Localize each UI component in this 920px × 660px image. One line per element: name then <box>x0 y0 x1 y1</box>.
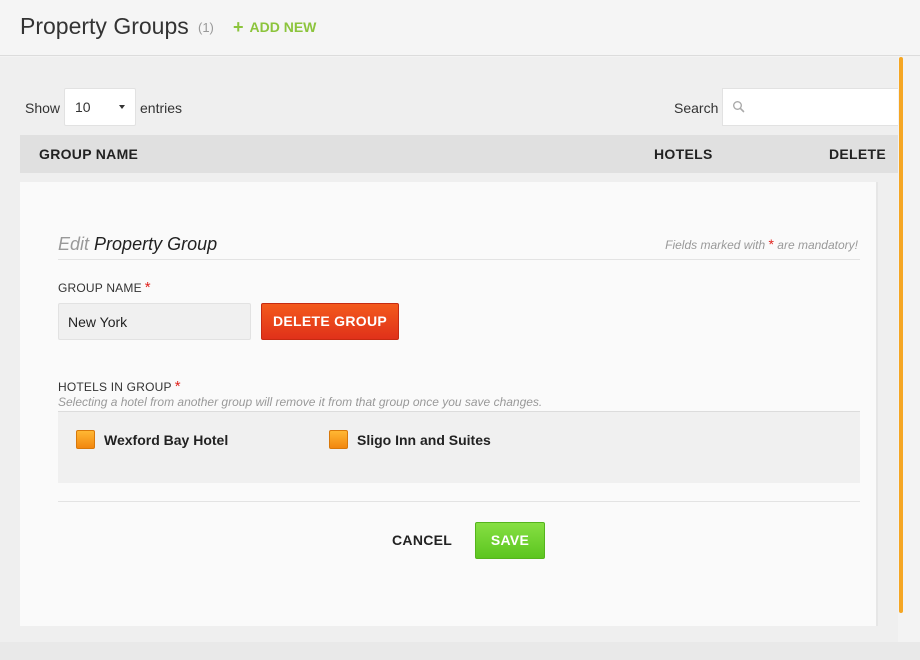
required-star-icon: * <box>768 236 774 252</box>
caret-down-icon <box>119 105 125 109</box>
column-header-delete: DELETE <box>829 146 887 162</box>
mandatory-note-suffix: are mandatory! <box>777 238 858 252</box>
column-header-group-name[interactable]: GROUP NAME <box>39 146 138 162</box>
group-name-input[interactable]: New York <box>58 303 251 340</box>
save-button[interactable]: SAVE <box>475 522 545 559</box>
show-label: Show <box>25 100 61 116</box>
delete-group-button[interactable]: DELETE GROUP <box>261 303 399 340</box>
search-input[interactable] <box>722 88 898 126</box>
group-count: (1) <box>198 20 214 35</box>
form-title-main: Property Group <box>94 234 218 254</box>
search-icon <box>733 101 745 113</box>
page-header: Property Groups (1) + ADD NEW <box>0 0 920 56</box>
entries-select-value: 10 <box>75 99 91 115</box>
required-star-icon: * <box>144 279 151 296</box>
divider <box>58 501 860 502</box>
hotel-option-sligo[interactable]: Sligo Inn and Suites <box>329 430 491 449</box>
hotels-list: Wexford Bay Hotel Sligo Inn and Suites <box>58 411 860 483</box>
hotel-name: Sligo Inn and Suites <box>357 431 491 448</box>
footer-strip <box>0 642 920 660</box>
mandatory-note-prefix: Fields marked with <box>665 238 766 252</box>
search-label: Search <box>674 100 719 116</box>
page-title: Property Groups <box>20 13 189 39</box>
hotels-hint: Selecting a hotel from another group wil… <box>58 395 543 409</box>
mandatory-note: Fields marked with * are mandatory! <box>665 236 858 252</box>
hotel-name: Wexford Bay Hotel <box>104 431 229 448</box>
add-new-button[interactable]: + ADD NEW <box>233 17 317 37</box>
entries-label: entries <box>140 100 183 116</box>
cancel-button[interactable]: CANCEL <box>392 532 452 548</box>
add-new-label: ADD NEW <box>249 19 317 35</box>
form-title-prefix: Edit <box>58 234 90 254</box>
hotel-option-wexford[interactable]: Wexford Bay Hotel <box>76 430 228 449</box>
required-star-icon: * <box>174 378 181 395</box>
group-name-label-text: GROUP NAME <box>58 281 142 295</box>
hotels-in-group-label-text: HOTELS IN GROUP <box>58 380 172 394</box>
group-name-value: New York <box>68 314 128 330</box>
edit-group-panel: Edit Property Group Fields marked with *… <box>20 182 878 626</box>
scrollbar[interactable] <box>899 57 903 613</box>
checkbox-checked-icon[interactable] <box>76 430 95 449</box>
entries-select[interactable]: 10 <box>64 88 136 126</box>
hotels-in-group-label: HOTELS IN GROUP * <box>58 378 181 395</box>
form-title: Edit Property Group <box>58 234 217 255</box>
table-header: GROUP NAME HOTELS DELETE <box>20 135 898 173</box>
divider <box>58 259 860 260</box>
plus-icon: + <box>233 17 244 37</box>
column-header-hotels[interactable]: HOTELS <box>654 146 713 162</box>
checkbox-checked-icon[interactable] <box>329 430 348 449</box>
group-name-label: GROUP NAME * <box>58 279 151 296</box>
